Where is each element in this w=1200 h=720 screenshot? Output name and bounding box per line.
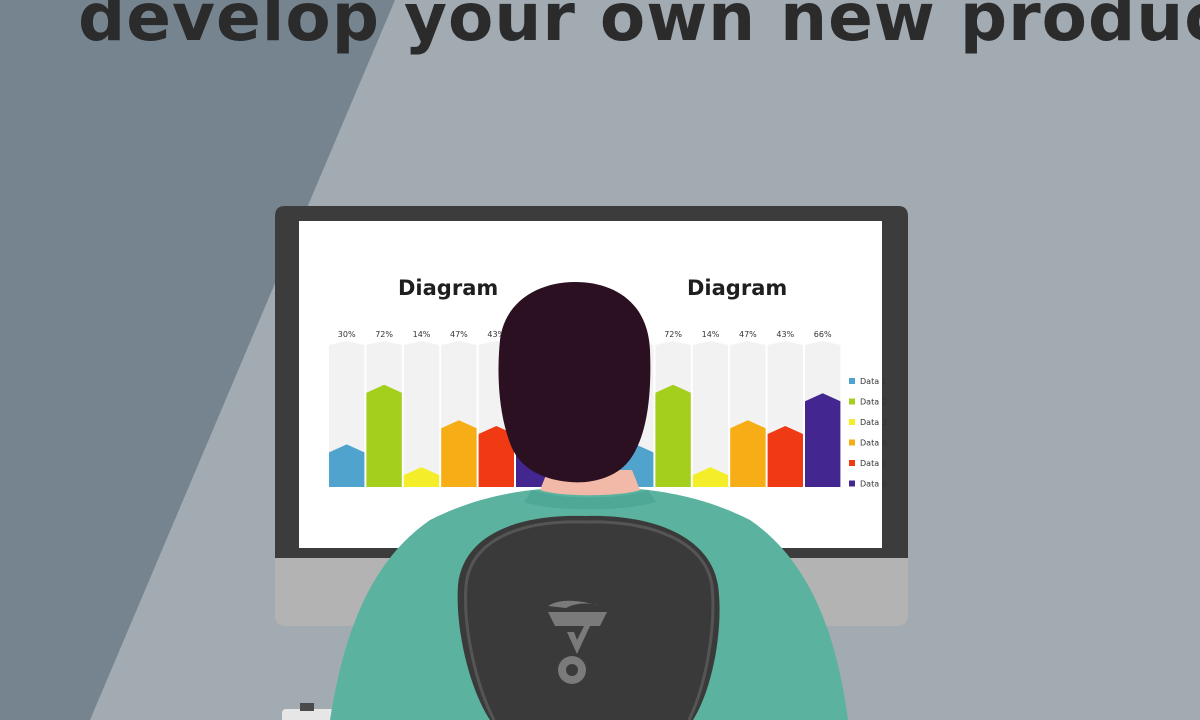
hair: [498, 282, 651, 483]
person-and-chair: [282, 282, 848, 720]
keyboard-key: [300, 703, 314, 711]
logo-gear-hole: [566, 664, 578, 676]
illustration: develop your own new product Diagram Dia…: [0, 0, 1200, 720]
